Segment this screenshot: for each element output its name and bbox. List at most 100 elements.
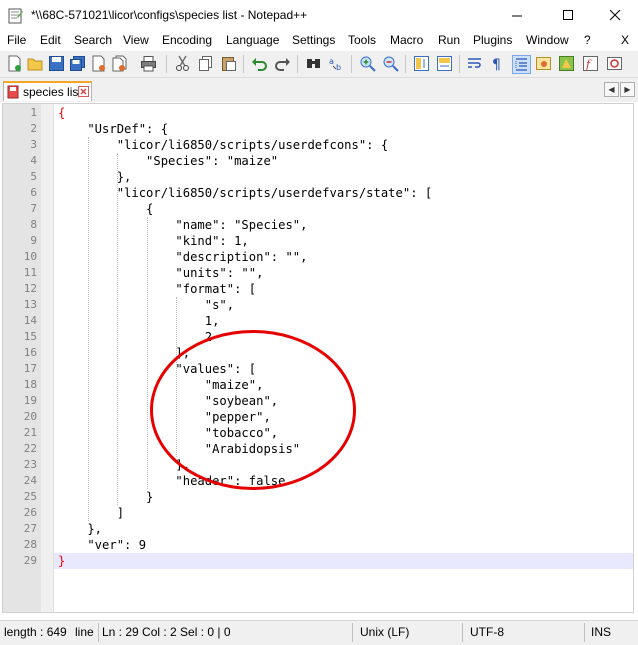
status-separator <box>352 623 353 642</box>
code-line[interactable]: 27 }, <box>3 521 633 537</box>
new-file-icon[interactable] <box>6 55 23 72</box>
sync-vertical-scroll-icon[interactable] <box>413 55 430 72</box>
tab-close-icon[interactable] <box>78 86 89 97</box>
toolbar-separator <box>405 55 406 73</box>
copy-icon[interactable] <box>197 55 214 72</box>
code-line[interactable]: 2 "UsrDef": { <box>3 121 633 137</box>
code-text: "units": "", <box>58 266 264 280</box>
show-all-characters-icon[interactable]: ¶ <box>489 55 506 72</box>
menu-plugins[interactable]: Plugins <box>473 33 512 47</box>
code-line[interactable]: 15 2 <box>3 329 633 345</box>
indent-guide <box>146 217 148 489</box>
replace-icon[interactable]: ab <box>328 55 345 72</box>
code-line[interactable]: 25 } <box>3 489 633 505</box>
tab-scroll-left-button[interactable]: ◀ <box>604 82 619 97</box>
code-line[interactable]: 28 "ver": 9 <box>3 537 633 553</box>
toolbar-separator <box>459 55 460 73</box>
code-line[interactable]: 17 "values": [ <box>3 361 633 377</box>
redo-icon[interactable] <box>274 55 291 72</box>
code-line[interactable]: 11 "units": "", <box>3 265 633 281</box>
open-file-icon[interactable] <box>27 55 44 72</box>
maximize-icon <box>562 10 573 20</box>
zoom-in-icon[interactable] <box>359 55 376 72</box>
close-all-icon[interactable] <box>111 55 128 72</box>
code-text: "UsrDef": { <box>58 122 169 136</box>
code-line[interactable]: 12 "format": [ <box>3 281 633 297</box>
print-icon[interactable] <box>140 55 157 72</box>
code-line[interactable]: 9 "kind": 1, <box>3 233 633 249</box>
indent-guide-icon[interactable] <box>512 55 531 74</box>
menu-language[interactable]: Language <box>226 33 279 47</box>
menu-edit[interactable]: Edit <box>40 33 61 47</box>
code-line[interactable]: 10 "description": "", <box>3 249 633 265</box>
find-icon[interactable] <box>305 55 322 72</box>
status-separator <box>584 623 585 642</box>
code-line[interactable]: 3 "licor/li6850/scripts/userdefcons": { <box>3 137 633 153</box>
code-line[interactable]: 16 ], <box>3 345 633 361</box>
menu-macro[interactable]: Macro <box>390 33 423 47</box>
function-list-icon[interactable]: f <box>582 55 599 72</box>
code-line[interactable]: 21 "tobacco", <box>3 425 633 441</box>
tab-scroll-right-button[interactable]: ▶ <box>620 82 635 97</box>
code-text: 1, <box>58 314 220 328</box>
menu-settings[interactable]: Settings <box>292 33 335 47</box>
code-line[interactable]: 8 "name": "Species", <box>3 217 633 233</box>
menu-help[interactable]: ? <box>584 33 591 47</box>
code-text: "header": false <box>58 474 286 488</box>
line-number: 24 <box>23 474 37 487</box>
line-number: 16 <box>23 346 37 359</box>
menu-window[interactable]: Window <box>526 33 569 47</box>
save-icon[interactable] <box>48 55 65 72</box>
menu-view[interactable]: View <box>123 33 149 47</box>
code-line[interactable]: 14 1, <box>3 313 633 329</box>
code-line[interactable]: 6 "licor/li6850/scripts/userdefvars/stat… <box>3 185 633 201</box>
code-text: "ver": 9 <box>58 538 147 552</box>
close-window-button[interactable] <box>592 0 638 31</box>
sync-horizontal-scroll-icon[interactable] <box>436 55 453 72</box>
code-line[interactable]: 20 "pepper", <box>3 409 633 425</box>
notepadpp-app-icon <box>8 8 23 24</box>
code-line[interactable]: 7 { <box>3 201 633 217</box>
code-line[interactable]: 23 ], <box>3 457 633 473</box>
menu-file[interactable]: File <box>7 33 26 47</box>
line-number: 20 <box>23 410 37 423</box>
code-line[interactable]: 22 "Arabidopsis" <box>3 441 633 457</box>
code-text: "licor/li6850/scripts/userdefvars/state"… <box>58 186 433 200</box>
close-document-button[interactable]: X <box>621 33 629 47</box>
document-map-icon[interactable] <box>558 55 575 72</box>
menu-run[interactable]: Run <box>438 33 460 47</box>
menu-tools[interactable]: Tools <box>348 33 376 47</box>
zoom-out-icon[interactable] <box>382 55 399 72</box>
code-line[interactable]: 24 "header": false <box>3 473 633 489</box>
menu-encoding[interactable]: Encoding <box>162 33 212 47</box>
close-file-icon[interactable] <box>90 55 107 72</box>
editor[interactable]: 1{2 "UsrDef": {3 "licor/li6850/scripts/u… <box>2 103 634 613</box>
cut-icon[interactable] <box>174 55 191 72</box>
menu-search[interactable]: Search <box>74 33 112 47</box>
status-encoding[interactable]: UTF-8 <box>470 625 504 639</box>
code-line[interactable]: 13 "s", <box>3 297 633 313</box>
word-wrap-icon[interactable] <box>466 55 483 72</box>
code-line[interactable]: 29} <box>3 553 633 569</box>
status-eol[interactable]: Unix (LF) <box>360 625 409 639</box>
svg-text:b: b <box>336 63 341 72</box>
folder-as-workspace-icon[interactable] <box>606 55 623 72</box>
code-line[interactable]: 18 "maize", <box>3 377 633 393</box>
paste-icon[interactable] <box>220 55 237 72</box>
minimize-button[interactable] <box>494 0 540 31</box>
line-number: 22 <box>23 442 37 455</box>
tab-species-list[interactable]: species list <box>3 81 92 101</box>
save-all-icon[interactable] <box>69 55 86 72</box>
code-text: ], <box>58 458 191 472</box>
user-defined-language-icon[interactable] <box>535 55 552 72</box>
code-line[interactable]: 19 "soybean", <box>3 393 633 409</box>
code-line[interactable]: 5 }, <box>3 169 633 185</box>
line-number: 15 <box>23 330 37 343</box>
window-title: *\\68C-571021\licor\configs\species list… <box>31 8 308 22</box>
code-line[interactable]: 1{ <box>3 105 633 121</box>
line-number: 11 <box>23 266 37 279</box>
maximize-button[interactable] <box>545 0 591 31</box>
code-line[interactable]: 4 "Species": "maize" <box>3 153 633 169</box>
code-line[interactable]: 26 ] <box>3 505 633 521</box>
undo-icon[interactable] <box>251 55 268 72</box>
